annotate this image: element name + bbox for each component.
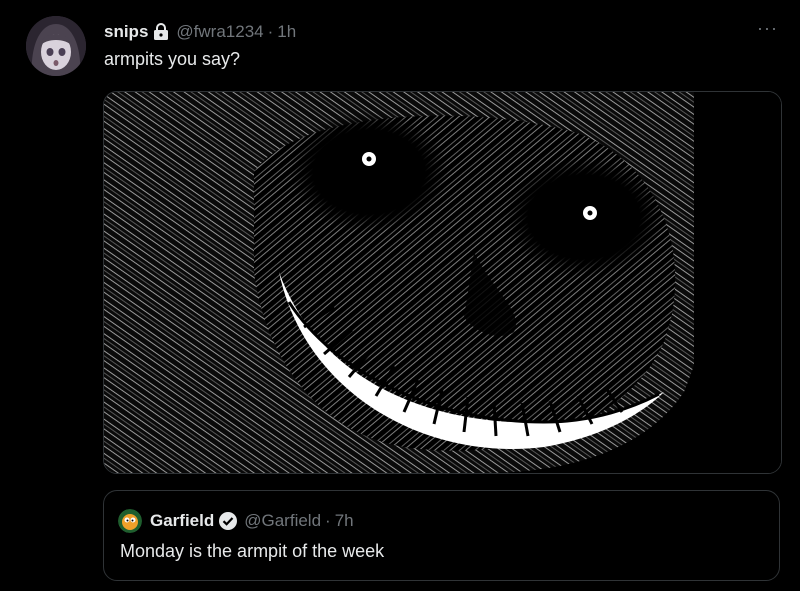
quoted-display-name[interactable]: Garfield	[150, 511, 214, 531]
timestamp[interactable]: 1h	[277, 22, 296, 42]
handle[interactable]: @fwra1234	[176, 22, 263, 42]
separator-dot: ·	[267, 22, 274, 41]
quoted-separator-dot: ·	[325, 511, 331, 530]
quoted-tweet-text: Monday is the armpit of the week	[120, 541, 385, 561]
more-icon[interactable]: ···	[757, 18, 778, 39]
quoted-avatar[interactable]	[118, 509, 142, 533]
quoted-tweet-header: Garfield @Garfield · 7h	[118, 509, 354, 533]
tweet-media-image[interactable]	[103, 91, 782, 474]
verified-badge-icon	[218, 511, 238, 531]
tweet-text: armpits you say?	[104, 49, 241, 69]
tweet-header: snips @fwra1234 · 1h	[104, 20, 296, 44]
lock-icon	[152, 23, 170, 41]
creepy-face-image	[104, 92, 781, 473]
quoted-timestamp[interactable]: 7h	[335, 511, 354, 531]
quoted-tweet[interactable]: Garfield @Garfield · 7h Monday is the ar…	[103, 490, 780, 581]
avatar-image	[26, 16, 86, 76]
display-name[interactable]: snips	[104, 22, 148, 42]
avatar[interactable]	[26, 16, 86, 76]
quoted-handle[interactable]: @Garfield	[244, 511, 321, 531]
